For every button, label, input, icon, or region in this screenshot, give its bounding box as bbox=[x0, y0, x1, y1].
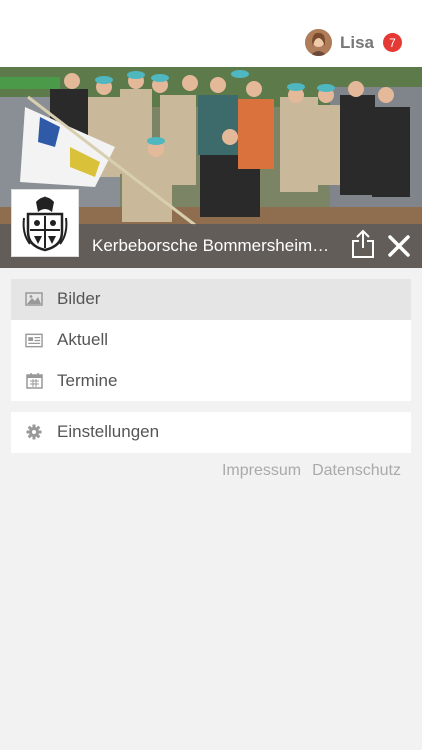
user-name[interactable]: Lisa bbox=[340, 33, 374, 53]
close-icon bbox=[388, 235, 410, 257]
footer-links: Impressum Datenschutz bbox=[222, 462, 401, 480]
notification-badge[interactable]: 7 bbox=[383, 33, 402, 52]
user-profile[interactable]: Lisa 7 bbox=[304, 29, 402, 56]
top-bar: Lisa 7 bbox=[0, 0, 422, 67]
club-logo bbox=[11, 189, 79, 257]
menu-item-label: Einstellungen bbox=[57, 422, 160, 442]
calendar-icon bbox=[25, 372, 43, 390]
settings-menu: Einstellungen bbox=[11, 412, 411, 453]
datenschutz-link[interactable]: Datenschutz bbox=[312, 462, 401, 480]
menu-item-label: Bilder bbox=[57, 289, 101, 309]
gear-icon bbox=[25, 423, 43, 441]
menu-item-termine[interactable]: Termine bbox=[11, 360, 411, 401]
menu-item-label: Termine bbox=[57, 370, 118, 390]
share-icon bbox=[352, 229, 374, 258]
share-button[interactable] bbox=[350, 229, 376, 259]
menu-item-bilder[interactable]: Bilder bbox=[11, 279, 411, 320]
main-menu: Bilder Aktuell Termine bbox=[11, 279, 411, 401]
close-button[interactable] bbox=[387, 234, 411, 258]
club-name: Kerbeborsche Bommersheim… bbox=[92, 236, 330, 255]
avatar[interactable] bbox=[304, 29, 332, 56]
menu-item-label: Aktuell bbox=[57, 330, 109, 350]
menu-item-einstellungen[interactable]: Einstellungen bbox=[11, 412, 411, 453]
image-icon bbox=[25, 290, 43, 308]
impressum-link[interactable]: Impressum bbox=[222, 462, 301, 480]
newspaper-icon bbox=[25, 331, 43, 349]
menu-item-aktuell[interactable]: Aktuell bbox=[11, 320, 411, 361]
